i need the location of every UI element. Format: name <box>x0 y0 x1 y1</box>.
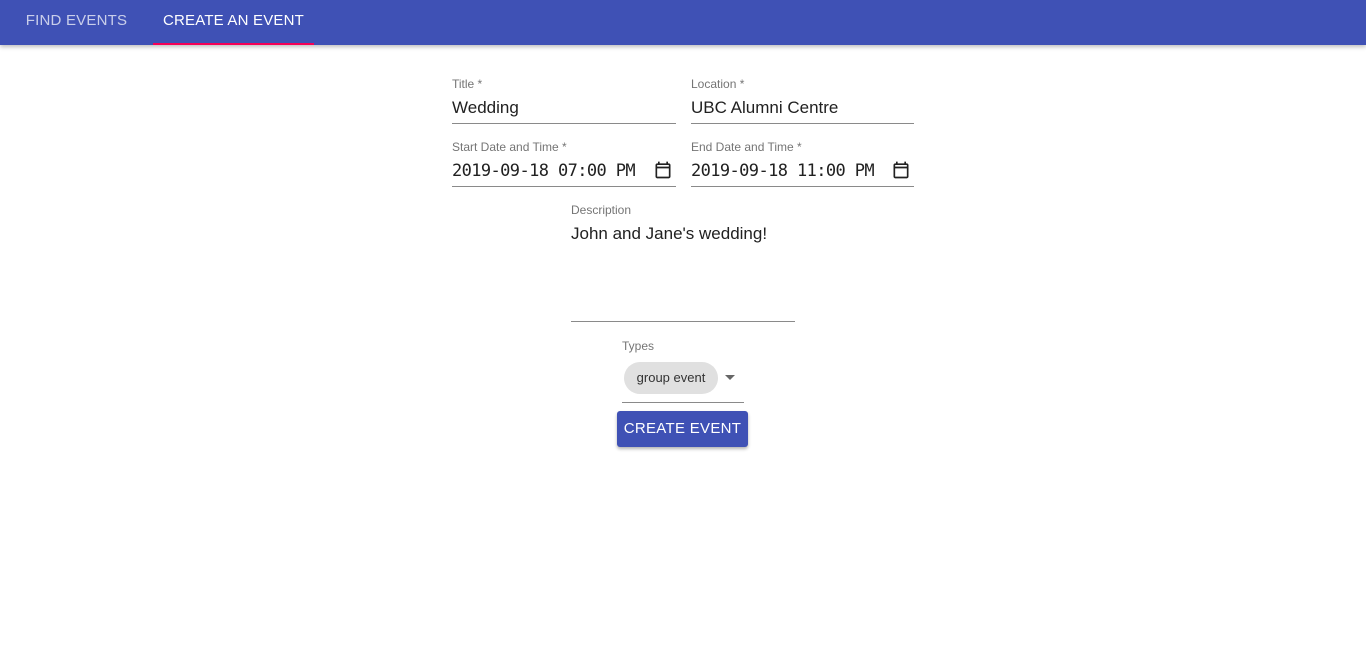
dropdown-arrow-icon[interactable] <box>725 375 735 380</box>
calendar-icon[interactable] <box>891 160 911 180</box>
types-underline <box>622 402 744 403</box>
end-datetime-field[interactable]: End Date and Time * 2019-09-18 11:00 PM <box>691 140 914 188</box>
tab-create-event[interactable]: CREATE AN EVENT <box>153 0 314 45</box>
end-datetime-input[interactable]: 2019-09-18 11:00 PM <box>691 161 875 181</box>
type-chip-group-event[interactable]: group event <box>624 362 718 394</box>
title-label: Title * <box>452 77 483 91</box>
types-label: Types <box>622 339 655 353</box>
title-input[interactable]: Wedding <box>452 98 519 118</box>
location-field[interactable]: Location * UBC Alumni Centre <box>691 77 914 125</box>
start-datetime-label: Start Date and Time * <box>452 140 567 154</box>
description-field[interactable]: Description John and Jane's wedding! <box>571 203 795 323</box>
tab-indicator <box>153 43 314 45</box>
title-underline <box>452 123 676 124</box>
start-datetime-underline <box>452 186 676 187</box>
start-datetime-field[interactable]: Start Date and Time * 2019-09-18 07:00 P… <box>452 140 676 188</box>
description-label: Description <box>571 203 632 217</box>
location-underline <box>691 123 914 124</box>
title-field[interactable]: Title * Wedding <box>452 77 676 125</box>
end-datetime-underline <box>691 186 914 187</box>
description-textarea[interactable]: John and Jane's wedding! <box>571 224 767 244</box>
create-event-button[interactable]: CREATE EVENT <box>617 411 748 447</box>
location-input[interactable]: UBC Alumni Centre <box>691 98 838 118</box>
start-datetime-input[interactable]: 2019-09-18 07:00 PM <box>452 161 636 181</box>
description-underline <box>571 321 795 322</box>
tab-find-events[interactable]: FIND EVENTS <box>0 0 153 45</box>
location-label: Location * <box>691 77 745 91</box>
app-bar: FIND EVENTS CREATE AN EVENT <box>0 0 1366 45</box>
end-datetime-label: End Date and Time * <box>691 140 802 154</box>
calendar-icon[interactable] <box>653 160 673 180</box>
